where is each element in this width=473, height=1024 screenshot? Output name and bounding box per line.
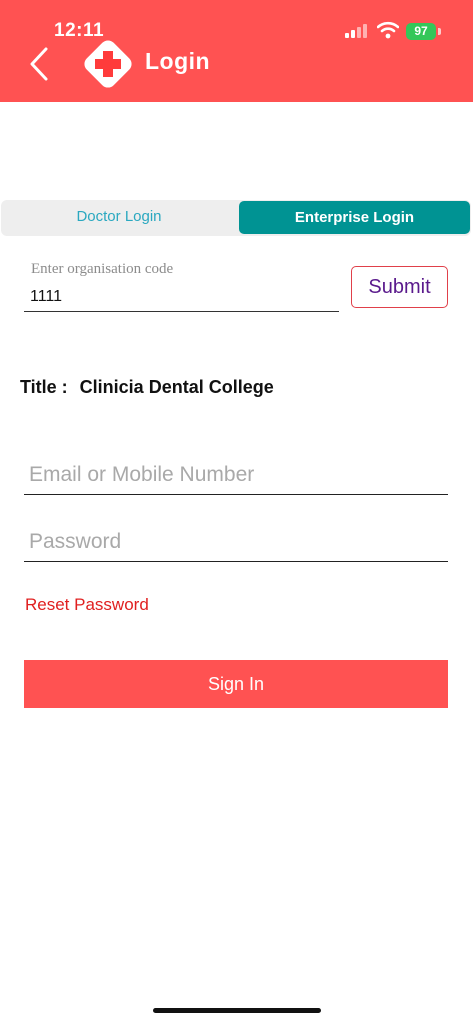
sign-in-button[interactable]: Sign In [24,660,448,708]
org-code-input[interactable] [24,282,339,312]
cellular-signal-icon [345,24,367,38]
back-button[interactable] [24,44,54,84]
wifi-icon [377,21,399,39]
tab-doctor-login[interactable]: Doctor Login [1,200,237,234]
org-code-label: Enter organisation code [31,261,174,277]
reset-password-link[interactable]: Reset Password [25,595,149,615]
medical-cross-icon [84,40,132,88]
title-value: Clinicia Dental College [79,377,274,397]
page-title: Login [145,48,211,74]
app-header: 12:11 97 Login [0,0,473,102]
login-type-tabs: Doctor Login Enterprise Login [1,200,471,236]
title-row: Title : Clinicia Dental College [20,377,274,398]
email-field[interactable] [24,455,448,495]
chevron-left-icon [30,47,48,81]
battery-tip [438,28,441,35]
tab-enterprise-login[interactable]: Enterprise Login [239,201,470,234]
password-field[interactable] [24,522,448,562]
battery-level: 97 [414,24,428,38]
home-indicator [153,1008,321,1013]
title-label: Title : [20,377,68,397]
submit-button[interactable]: Submit [351,266,448,308]
battery-icon: 97 [406,23,436,40]
